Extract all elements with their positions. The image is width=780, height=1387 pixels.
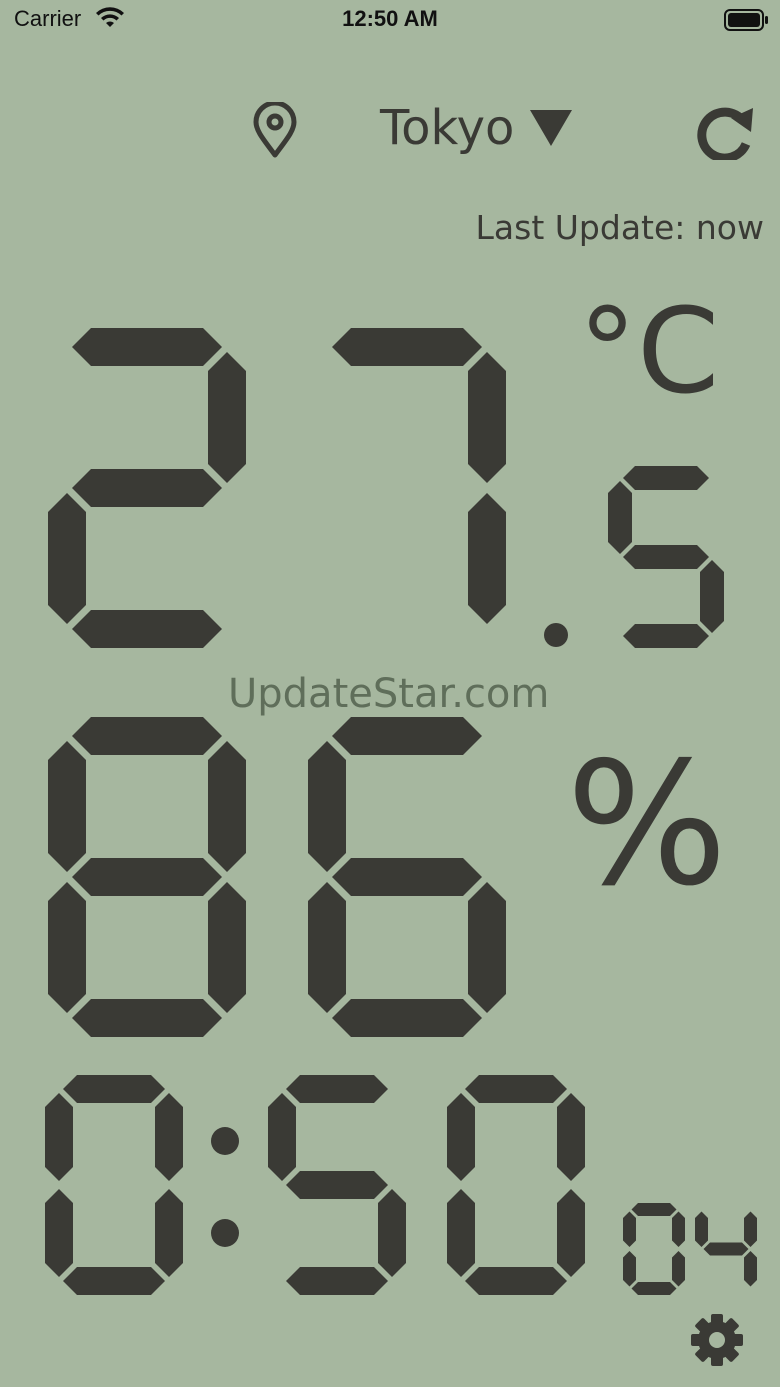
clock-seconds-digit-1-seg-f bbox=[623, 1211, 636, 1247]
temperature-unit: °C bbox=[578, 282, 720, 420]
temperature-digit-1-seg-g bbox=[72, 469, 222, 507]
clock-minutes-digit-1-seg-g bbox=[286, 1171, 388, 1199]
humidity-digit-2-seg-g bbox=[332, 858, 482, 896]
humidity-digit-1-seg-f bbox=[48, 741, 86, 872]
clock-seconds-digit-1-seg-c bbox=[672, 1251, 685, 1287]
clock-minutes-digit-2-seg-d bbox=[465, 1267, 567, 1295]
clock-minutes-digit-1-seg-f bbox=[268, 1093, 296, 1181]
humidity-digit-2-seg-e bbox=[308, 882, 346, 1013]
humidity-digit-2-seg-f bbox=[308, 741, 346, 872]
clock-hours-digit-1-seg-d bbox=[63, 1267, 165, 1295]
clock-colon-top bbox=[211, 1127, 239, 1155]
clock-minutes-digit-2-seg-b bbox=[557, 1093, 585, 1181]
humidity-digit-1-seg-c bbox=[208, 882, 246, 1013]
clock-seconds-digit-1-seg-b bbox=[672, 1211, 685, 1247]
clock-hours-digit-1-seg-f bbox=[45, 1093, 73, 1181]
temperature-digit-1-seg-a bbox=[72, 328, 222, 366]
humidity-digit-1-seg-g bbox=[72, 858, 222, 896]
temperature-decimal-digit-1-seg-c bbox=[700, 560, 724, 633]
clock-seconds-digit-2-seg-f bbox=[695, 1211, 708, 1247]
temperature-decimal-digit-1-seg-a bbox=[623, 466, 709, 490]
temperature-digit-2-seg-b bbox=[468, 352, 506, 483]
temperature-digit-1-seg-b bbox=[208, 352, 246, 483]
clock-minutes-digit-2-seg-f bbox=[447, 1093, 475, 1181]
temperature-decimal-digit-1-seg-g bbox=[623, 545, 709, 569]
clock-colon-bottom bbox=[211, 1219, 239, 1247]
clock-seconds-digit-1-seg-d bbox=[631, 1282, 677, 1295]
humidity-digit-2-seg-c bbox=[468, 882, 506, 1013]
clock-seconds-digit-1-seg-a bbox=[631, 1203, 677, 1216]
clock-minutes-digit-2-seg-e bbox=[447, 1189, 475, 1277]
humidity-digit-1-seg-b bbox=[208, 741, 246, 872]
decimal-point bbox=[544, 623, 568, 647]
gear-icon[interactable] bbox=[690, 1313, 744, 1367]
clock-minutes-digit-1-seg-d bbox=[286, 1267, 388, 1295]
clock-seconds-digit-2-seg-b bbox=[744, 1211, 757, 1247]
watermark: UpdateStar.com bbox=[228, 671, 550, 717]
clock-hours-digit-1-seg-c bbox=[155, 1189, 183, 1277]
temperature-digit-2-seg-c bbox=[468, 493, 506, 624]
humidity-digit-1-seg-a bbox=[72, 717, 222, 755]
humidity-digit-1-seg-e bbox=[48, 882, 86, 1013]
clock-seconds-digit-2-seg-g bbox=[703, 1242, 749, 1256]
humidity-digit-1-seg-d bbox=[72, 999, 222, 1037]
clock-minutes-digit-2-seg-c bbox=[557, 1189, 585, 1277]
humidity-digit-2-seg-d bbox=[332, 999, 482, 1037]
temperature-digit-1-seg-e bbox=[48, 493, 86, 624]
clock-hours-digit-1-seg-b bbox=[155, 1093, 183, 1181]
clock-hours-digit-1-seg-a bbox=[63, 1075, 165, 1103]
clock-minutes-digit-1-seg-c bbox=[378, 1189, 406, 1277]
humidity-unit: % bbox=[566, 726, 728, 924]
clock-minutes-digit-2-seg-a bbox=[465, 1075, 567, 1103]
clock-hours-digit-1-seg-e bbox=[45, 1189, 73, 1277]
temperature-decimal-digit-1-seg-d bbox=[623, 624, 709, 648]
temperature-decimal-digit-1-seg-f bbox=[608, 481, 632, 554]
clock-minutes-digit-1-seg-a bbox=[286, 1075, 388, 1103]
temperature-digit-1-seg-d bbox=[72, 610, 222, 648]
humidity-digit-2-seg-a bbox=[332, 717, 482, 755]
temperature-digit-2-seg-a bbox=[332, 328, 482, 366]
clock-seconds-digit-1-seg-e bbox=[623, 1251, 636, 1287]
clock-seconds-digit-2-seg-c bbox=[744, 1251, 757, 1287]
